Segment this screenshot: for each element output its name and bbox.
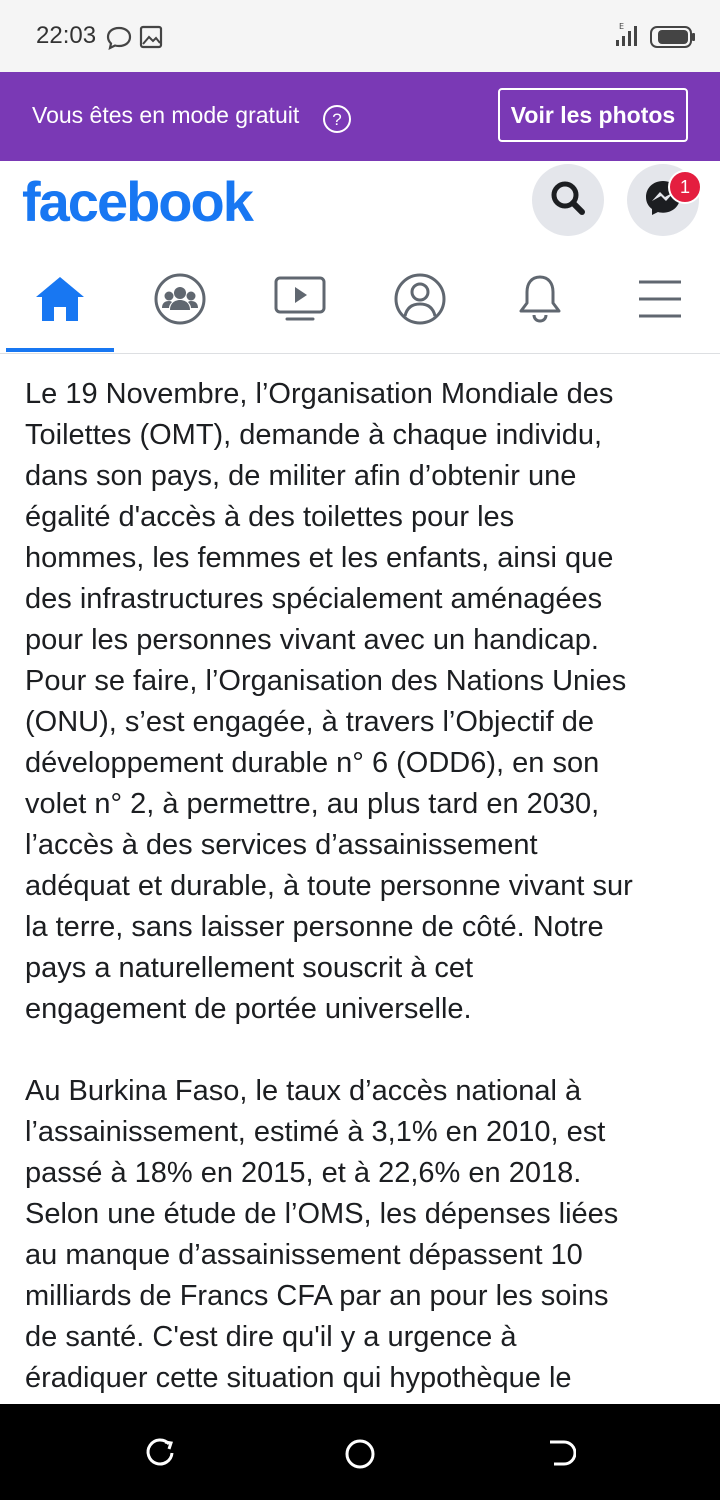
recent-apps-button[interactable] [145,1438,175,1473]
post-paragraph-2: Au Burkina Faso, le taux d’accès nationa… [25,1071,705,1399]
text-line: adéquat et durable, à toute personne viv… [25,870,633,902]
signal-icon: E [612,22,642,53]
voir-photos-button[interactable]: Voir les photos [498,88,688,142]
app-header: facebook [0,161,720,249]
search-button[interactable] [532,164,604,236]
free-mode-banner: Vous êtes en mode gratuit ? Voir les pho… [0,72,720,161]
back-button[interactable] [546,1438,577,1473]
text-line: Selon une étude de l’OMS, les dépenses l… [25,1198,619,1230]
menu-icon [637,279,683,324]
image-icon [139,25,163,54]
text-line: des infrastructures spécialement aménagé… [25,583,603,615]
text-line: l’accès à des services d’assainissement [25,829,538,861]
text-line: pays a naturellement souscrit à cet [25,952,474,984]
text-line: l’assainissement, estimé à 3,1% en 2010,… [25,1116,606,1148]
tab-notifications[interactable] [480,250,600,353]
text-line: dans son pays, de militer afin d’obtenir… [25,460,577,492]
status-bar: 22:03 E [0,0,720,72]
text-line: volet n° 2, à permettre, au plus tard en… [25,788,600,820]
text-line: Le 19 Novembre, l’Organisation Mondiale … [25,378,614,410]
facebook-logo[interactable]: facebook [22,169,254,234]
text-line: Au Burkina Faso, le taux d’accès nationa… [25,1075,582,1107]
text-line: la terre, sans laisser personne de côté.… [25,911,604,943]
home-icon [34,275,86,328]
text-line: pour les personnes vivant avec un handic… [25,624,599,656]
video-icon [273,274,327,329]
text-line: (ONU), s’est engagée, à travers l’Object… [25,706,594,738]
bell-icon [516,273,564,330]
tab-groups[interactable] [120,250,240,353]
profile-icon [393,272,447,331]
text-line: éradiquer cette situation qui hypothèque… [25,1362,572,1394]
status-time: 22:03 [36,22,97,49]
chat-bubble-icon [106,26,132,55]
groups-icon [153,272,207,331]
text-line: Pour se faire, l’Organisation des Nation… [25,665,627,697]
text-line: milliards de Francs CFA par an pour les … [25,1280,609,1312]
notification-badge: 1 [668,170,702,204]
text-line: développement durable n° 6 (ODD6), en so… [25,747,600,779]
free-mode-text: Vous êtes en mode gratuit [32,102,300,128]
tab-bar [0,250,720,354]
tab-menu[interactable] [600,250,720,353]
active-tab-indicator [6,348,114,352]
text-line: Toilettes (OMT), demande à chaque indivi… [25,419,603,451]
text-line: égalité d'accès à des toilettes pour les [25,501,515,533]
system-nav-bar [0,1404,720,1500]
post-text: Le 19 Novembre, l’Organisation Mondiale … [25,374,705,1399]
text-line: de santé. C'est dire qu'il y a urgence à [25,1321,517,1353]
home-button[interactable] [344,1438,376,1475]
battery-icon [650,26,696,53]
text-line: passé à 18% en 2015, et à 22,6% en 2018. [25,1157,582,1189]
text-line: engagement de portée universelle. [25,993,472,1025]
tab-home[interactable] [0,250,120,353]
text-line: au manque d’assainissement dépassent 10 [25,1239,583,1271]
tab-profile[interactable] [360,250,480,353]
svg-text:E: E [619,22,624,31]
tab-watch[interactable] [240,250,360,353]
post-paragraph-1: Le 19 Novembre, l’Organisation Mondiale … [25,374,705,1030]
search-icon [548,178,588,223]
help-icon[interactable]: ? [322,104,352,139]
text-line: hommes, les femmes et les enfants, ainsi… [25,542,614,574]
svg-text:?: ? [332,110,341,129]
